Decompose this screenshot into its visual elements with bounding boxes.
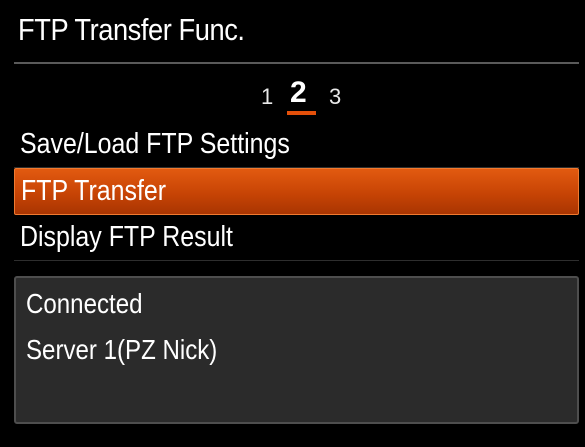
menu-item-ftp-transfer[interactable]: FTP Transfer [14,168,579,215]
connection-status: Connected [26,288,143,319]
page-1-tab[interactable]: 1 [261,84,273,110]
page-2-tab-current[interactable]: 2 [290,76,307,110]
menu-item-display-ftp-result[interactable]: Display FTP Result [14,215,579,261]
title-divider [14,62,579,64]
menu-item-label: Display FTP Result [20,221,233,253]
current-page-underline [287,111,316,115]
menu-item-label: FTP Transfer [21,175,167,207]
page-3-tab[interactable]: 3 [329,84,341,110]
menu-item-save-load-ftp-settings[interactable]: Save/Load FTP Settings [14,122,579,168]
camera-menu-screen: FTP Transfer Func. 1 2 3 Save/Load FTP S… [0,0,585,447]
page-title: FTP Transfer Func. [18,12,245,47]
menu-item-label: Save/Load FTP Settings [20,128,290,160]
page-indicator: 1 2 3 [0,76,585,116]
server-name: Server 1(PZ Nick) [26,334,218,365]
status-info-panel: Connected Server 1(PZ Nick) [14,276,579,424]
menu-list: Save/Load FTP Settings FTP Transfer Disp… [14,122,579,261]
